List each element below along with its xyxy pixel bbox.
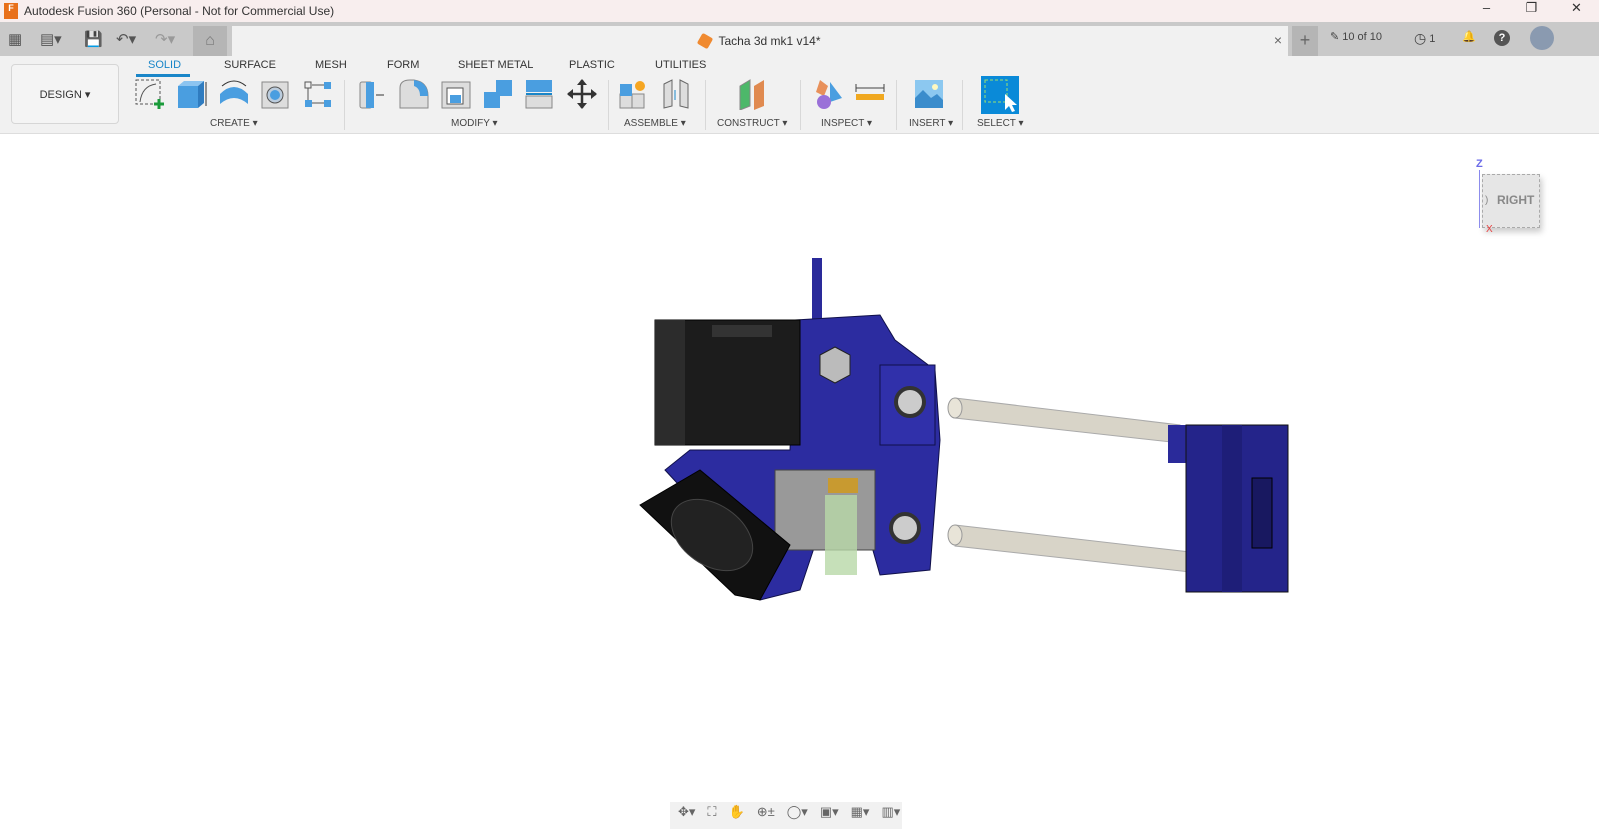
divider (344, 80, 345, 130)
title-bar: F Autodesk Fusion 360 (Personal - Not fo… (0, 0, 1599, 22)
new-component-icon[interactable] (618, 78, 650, 110)
fit-icon[interactable]: ◯▾ (787, 804, 808, 827)
tab-mesh[interactable]: MESH (315, 59, 347, 71)
new-tab-button[interactable]: + (1292, 26, 1318, 56)
combine-icon[interactable] (482, 78, 514, 110)
shell-icon[interactable] (440, 78, 472, 110)
tab-form[interactable]: FORM (387, 59, 419, 71)
tab-sheet-metal[interactable]: SHEET METAL (458, 59, 533, 71)
active-tab-indicator (136, 74, 190, 77)
tab-utilities[interactable]: UTILITIES (655, 59, 706, 71)
notification-bell-icon[interactable]: 🔔 (1462, 30, 1476, 43)
create-sketch-icon[interactable] (134, 78, 166, 110)
home-button[interactable]: ⌂ (193, 26, 227, 56)
measure-icon[interactable] (854, 78, 886, 110)
version-icon: ✎ (1330, 31, 1340, 43)
insert-menu[interactable]: INSERT ▾ (909, 118, 953, 129)
document-title: Tacha 3d mk1 v14* (718, 34, 821, 48)
divider (705, 80, 706, 130)
3d-model-viewport[interactable] (620, 250, 1300, 610)
apps-grid-icon[interactable]: ▦ (8, 30, 22, 48)
view-cube-face[interactable]: ) RIGHT (1482, 174, 1540, 228)
close-button[interactable]: ✕ (1554, 0, 1599, 16)
create-menu[interactable]: CREATE ▾ (210, 118, 258, 129)
view-cube-side: ) (1485, 195, 1489, 206)
assemble-menu[interactable]: ASSEMBLE ▾ (624, 118, 686, 129)
model-carriage-block (1168, 424, 1289, 593)
model-rods (947, 397, 1191, 573)
app-logo: F (4, 3, 18, 19)
x-axis-label: X (1486, 224, 1493, 235)
versions-button[interactable]: ✎ 10 of 10 (1330, 30, 1382, 44)
navigation-bar: ✥▾ ⛶ ✋ ⊕± ◯▾ ▣▾ ▦▾ ▥▾ (670, 802, 902, 829)
divider (896, 80, 897, 130)
inspect-menu[interactable]: INSPECT ▾ (821, 118, 872, 129)
jobs-count: 1 (1429, 32, 1436, 45)
modify-menu[interactable]: MODIFY ▾ (451, 118, 498, 129)
joint-icon[interactable] (660, 78, 692, 110)
look-at-icon[interactable]: ⛶ (707, 804, 716, 827)
undo-button[interactable]: ↶▾ (116, 30, 136, 48)
press-pull-icon[interactable] (356, 78, 388, 110)
construct-menu[interactable]: CONSTRUCT ▾ (717, 118, 787, 129)
window-title: Autodesk Fusion 360 (Personal - Not for … (24, 4, 335, 18)
revolve-icon[interactable] (218, 78, 250, 110)
interference-icon[interactable] (812, 78, 844, 110)
redo-button[interactable]: ↷▾ (155, 30, 175, 48)
model-stepper-motor (654, 319, 801, 446)
grid-settings-icon[interactable]: ▦▾ (851, 804, 870, 827)
tab-bar: ▦ ▤▾ 💾 ↶▾ ↷▾ ⌂ Tacha 3d mk1 v14* × + ✎ 10… (0, 22, 1599, 56)
save-button[interactable]: 💾 (84, 30, 103, 48)
avatar[interactable] (1530, 26, 1554, 50)
divider (800, 80, 801, 130)
move-icon[interactable] (566, 78, 598, 110)
pattern-icon[interactable] (302, 78, 334, 110)
select-menu[interactable]: SELECT ▾ (977, 118, 1024, 129)
hole-icon[interactable] (260, 78, 292, 110)
divider (608, 80, 609, 130)
file-menu-button[interactable]: ▤▾ (40, 30, 62, 48)
close-tab-button[interactable]: × (1274, 32, 1282, 48)
zoom-icon[interactable]: ⊕± (757, 804, 775, 827)
tab-surface[interactable]: SURFACE (224, 59, 276, 71)
component-icon (697, 32, 714, 50)
tab-solid[interactable]: SOLID (148, 59, 181, 71)
view-cube-right-label: RIGHT (1497, 193, 1535, 207)
z-axis-label: Z (1476, 158, 1483, 170)
view-cube[interactable]: Z ) RIGHT X (1476, 158, 1556, 238)
versions-label: 10 of 10 (1342, 30, 1382, 43)
divider (962, 80, 963, 130)
maximize-button[interactable]: ❐ (1509, 0, 1554, 16)
workspace-switcher[interactable]: DESIGN ▾ (11, 64, 119, 124)
display-settings-icon[interactable]: ▣▾ (820, 804, 839, 827)
fillet-icon[interactable] (398, 78, 430, 110)
select-icon[interactable] (981, 76, 1019, 114)
orbit-icon[interactable]: ✥▾ (678, 804, 695, 827)
pan-icon[interactable]: ✋ (729, 804, 745, 827)
help-icon[interactable]: ? (1494, 30, 1510, 46)
clock-icon: ◷ (1414, 30, 1427, 46)
tab-plastic[interactable]: PLASTIC (569, 59, 615, 71)
document-tab[interactable]: Tacha 3d mk1 v14* × (232, 26, 1288, 56)
jobs-button[interactable]: ◷ 1 (1414, 30, 1435, 47)
offset-plane-icon[interactable] (736, 78, 768, 110)
offset-face-icon[interactable] (524, 78, 556, 110)
minimize-button[interactable]: – (1464, 0, 1509, 16)
viewports-icon[interactable]: ▥▾ (881, 804, 900, 827)
insert-image-icon[interactable] (913, 78, 945, 110)
extrude-icon[interactable] (176, 78, 208, 110)
